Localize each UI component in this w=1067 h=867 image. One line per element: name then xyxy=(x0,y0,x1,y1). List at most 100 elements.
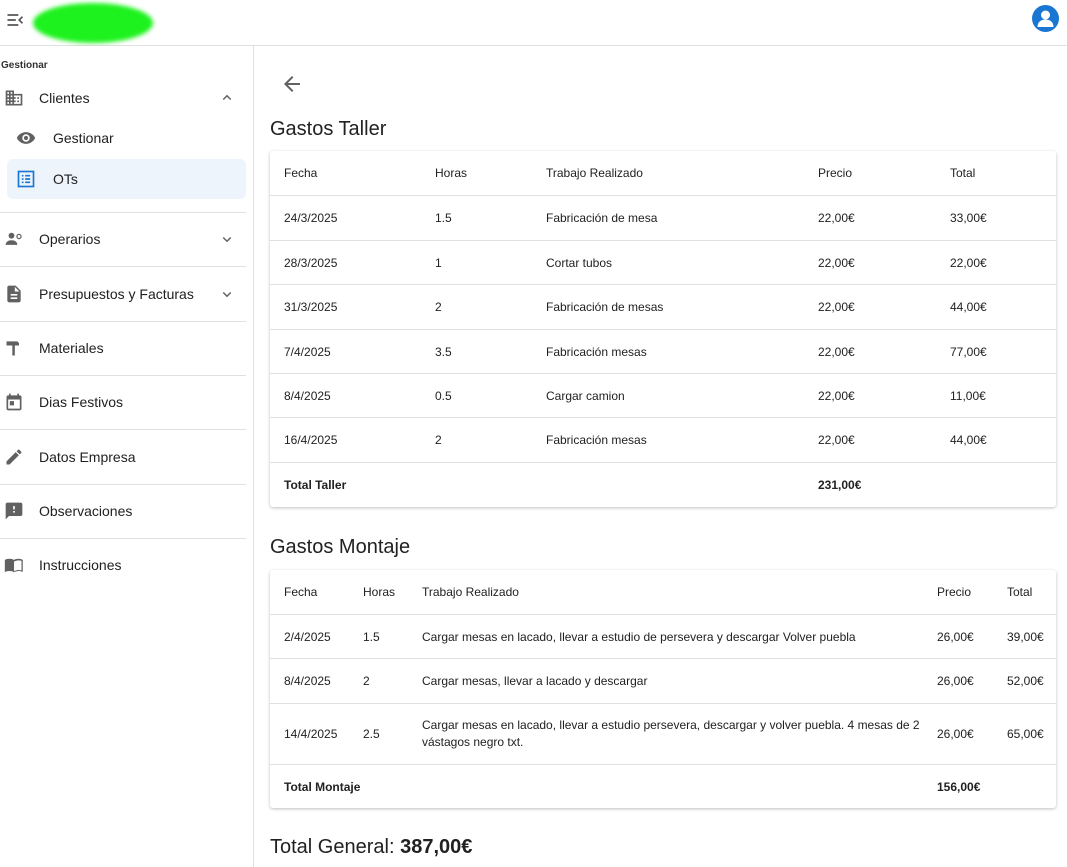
list-icon xyxy=(17,170,35,188)
horas-cell: 1.5 xyxy=(363,629,380,644)
sidebar-item-operarios[interactable]: Operarios xyxy=(0,219,246,259)
sidebar-item-label: Dias Festivos xyxy=(39,394,124,410)
sidebar-subitem-label: Gestionar xyxy=(53,130,114,146)
sidebar-item-dias-festivos[interactable]: Dias Festivos xyxy=(0,382,246,422)
precio-cell: 22,00€ xyxy=(818,211,855,225)
fecha-cell: 14/4/2025 xyxy=(284,727,338,741)
sidebar-item-label: Instrucciones xyxy=(39,557,122,573)
building-icon xyxy=(5,90,23,106)
precio-cell: 26,00€ xyxy=(937,629,974,644)
back-arrow-icon[interactable] xyxy=(280,72,304,96)
precio-cell: 22,00€ xyxy=(818,255,855,270)
horas-cell: 3.5 xyxy=(435,344,452,359)
precio-cell: 26,00€ xyxy=(937,674,974,688)
precio-cell: 26,00€ xyxy=(937,727,974,741)
sidebar-subitem-gestionar[interactable]: Gestionar xyxy=(7,118,246,158)
sidebar-divider xyxy=(0,212,246,213)
total-cell: 22,00€ xyxy=(950,255,987,270)
chevron-down-icon[interactable] xyxy=(218,285,236,303)
table-row: 24/3/2025 1.5 Fabricación de mesa 22,00€… xyxy=(270,196,1056,241)
table-row: 31/3/2025 2 Fabricación de mesas 22,00€ … xyxy=(270,285,1056,330)
sidebar-subitem-ots[interactable]: OTs xyxy=(7,159,246,199)
horas-cell: 0.5 xyxy=(435,388,452,403)
column-header: Precio xyxy=(937,585,972,599)
sidebar-divider xyxy=(0,266,246,267)
sidebar-item-materiales[interactable]: Materiales xyxy=(0,328,246,368)
main-content: Gastos Taller Fecha Horas Trabajo Realiz… xyxy=(254,46,1067,867)
trabajo-cell: Fabricación mesas xyxy=(546,433,647,447)
trabajo-cell: Fabricación de mesas xyxy=(546,300,664,314)
fecha-cell: 16/4/2025 xyxy=(284,433,338,447)
taller-table: Fecha Horas Trabajo Realizado Precio Tot… xyxy=(270,151,1056,507)
column-header: Total xyxy=(950,166,976,180)
taller-title: Gastos Taller xyxy=(270,118,387,140)
table-row: 28/3/2025 1 Cortar tubos 22,00€ 22,00€ xyxy=(270,241,1056,285)
trabajo-cell: Cargar camion xyxy=(546,388,625,403)
fecha-cell: 31/3/2025 xyxy=(284,300,338,314)
horas-cell: 2 xyxy=(363,674,370,688)
eye-icon xyxy=(16,132,36,144)
horas-cell: 2 xyxy=(435,433,442,447)
sidebar-divider xyxy=(0,484,246,485)
total-cell: 77,00€ xyxy=(950,344,987,359)
trabajo-cell: Fabricación de mesa xyxy=(546,211,658,225)
feedback-icon xyxy=(5,502,23,520)
total-cell: 39,00€ xyxy=(1007,629,1044,644)
trabajo-cell: Fabricación mesas xyxy=(546,344,647,359)
grand-total-value: 387,00€ xyxy=(400,836,473,858)
sidebar-divider xyxy=(0,429,246,430)
chevron-up-icon[interactable] xyxy=(218,89,236,107)
fecha-cell: 2/4/2025 xyxy=(284,629,331,644)
calendar-icon xyxy=(6,393,22,411)
grand-total: Total General: 387,00€ xyxy=(270,836,472,859)
table-row: 8/4/2025 2 Cargar mesas, llevar a lacado… xyxy=(270,659,1056,704)
table-header-row: Fecha Horas Trabajo Realizado Precio Tot… xyxy=(270,151,1056,196)
hammer-icon xyxy=(6,341,19,356)
sidebar-item-instrucciones[interactable]: Instrucciones xyxy=(0,545,246,585)
column-header: Trabajo Realizado xyxy=(422,585,519,599)
sidebar-item-label: Presupuestos y Facturas xyxy=(39,286,194,302)
total-cell: 33,00€ xyxy=(950,211,987,225)
precio-cell: 22,00€ xyxy=(818,433,855,447)
chevron-down-icon[interactable] xyxy=(218,230,236,248)
column-header: Horas xyxy=(363,585,396,599)
user-avatar[interactable] xyxy=(1032,5,1059,32)
sidebar-item-label: Observaciones xyxy=(39,503,133,519)
sidebar-subitem-label: OTs xyxy=(53,171,78,187)
sidebar-item-label: Datos Empresa xyxy=(39,449,136,465)
montaje-table: Fecha Horas Trabajo Realizado Precio Tot… xyxy=(270,570,1056,808)
total-cell: 11,00€ xyxy=(950,388,986,403)
sidebar-item-observaciones[interactable]: Observaciones xyxy=(0,491,246,531)
table-row: 14/4/2025 2.5 Cargar mesas en lacado, ll… xyxy=(270,704,1056,765)
sidebar-item-datos-empresa[interactable]: Datos Empresa xyxy=(0,437,246,477)
fecha-cell: 28/3/2025 xyxy=(284,255,338,270)
pencil-icon xyxy=(6,449,22,465)
precio-cell: 22,00€ xyxy=(818,344,855,359)
table-row: 2/4/2025 1.5 Cargar mesas en lacado, lle… xyxy=(270,615,1056,659)
people-icon xyxy=(5,232,22,245)
top-bar xyxy=(0,0,1067,46)
total-row: Total Montaje 156,00€ xyxy=(270,765,1056,808)
horas-cell: 1.5 xyxy=(435,211,452,225)
fecha-cell: 8/4/2025 xyxy=(284,388,331,403)
sidebar-divider xyxy=(0,321,246,322)
brand-logo xyxy=(33,3,153,43)
book-icon xyxy=(4,558,23,573)
fecha-cell: 24/3/2025 xyxy=(284,211,338,225)
document-icon xyxy=(7,285,21,303)
column-header: Trabajo Realizado xyxy=(546,166,643,180)
sidebar-divider xyxy=(0,375,246,376)
column-header: Horas xyxy=(435,166,468,180)
sidebar-item-presupuestos[interactable]: Presupuestos y Facturas xyxy=(0,274,246,314)
trabajo-cell: Cargar mesas en lacado, llevar a estudio… xyxy=(422,718,920,749)
table-row: 8/4/2025 0.5 Cargar camion 22,00€ 11,00€ xyxy=(270,374,1056,418)
total-value: 156,00€ xyxy=(937,779,981,794)
sidebar-item-clientes[interactable]: Clientes xyxy=(0,78,246,118)
column-header: Total xyxy=(1007,585,1033,599)
fecha-cell: 8/4/2025 xyxy=(284,674,331,688)
sidebar-item-label: Clientes xyxy=(39,90,90,106)
column-header: Fecha xyxy=(284,585,318,599)
table-row: 7/4/2025 3.5 Fabricación mesas 22,00€ 77… xyxy=(270,330,1056,374)
montaje-title: Gastos Montaje xyxy=(270,536,411,558)
menu-collapse-icon[interactable] xyxy=(5,10,25,30)
